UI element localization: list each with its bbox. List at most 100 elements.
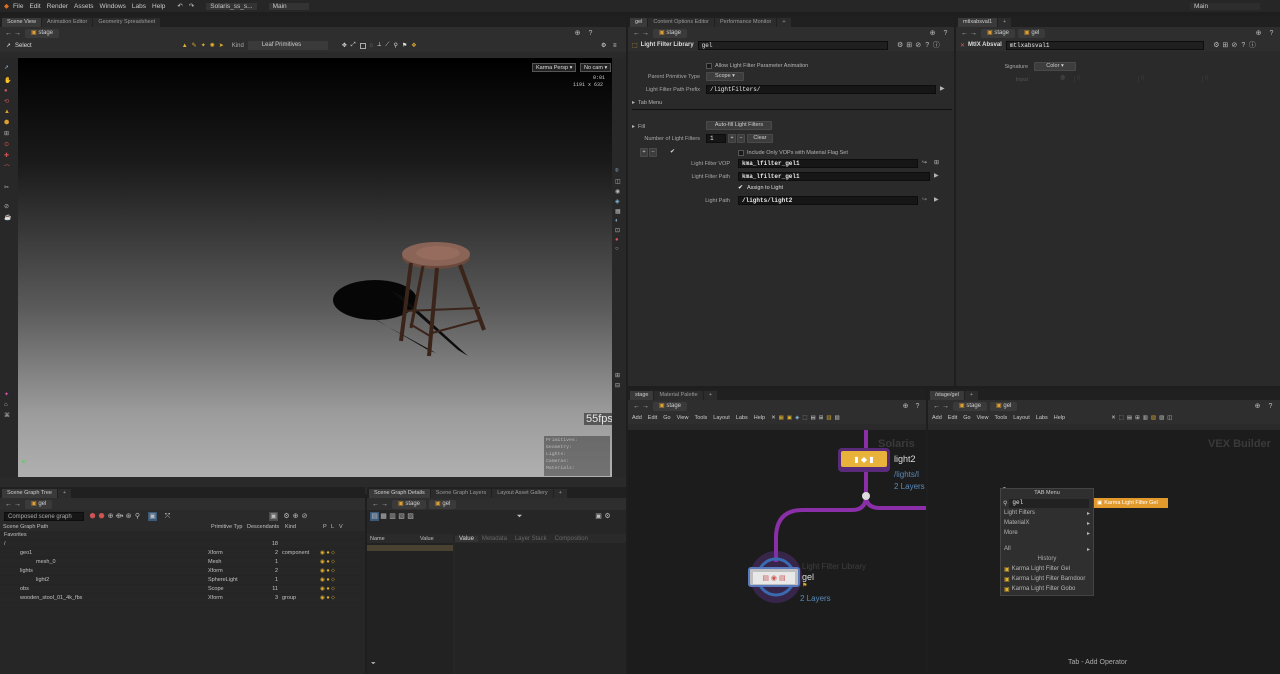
table-row[interactable]: / 18	[0, 540, 365, 549]
input-z-value[interactable]: 0	[1202, 76, 1260, 82]
vex-help-icon[interactable]: ?	[1266, 402, 1275, 411]
forward-icon[interactable]: →	[13, 29, 22, 38]
details-selected-row[interactable]	[367, 545, 453, 551]
viewport-3d[interactable]: Karma Persp ▾ No cam ▾ 0:01 1191 x 632 5…	[18, 58, 615, 477]
vex-menu-go[interactable]: Go	[963, 415, 970, 421]
tab-stage-gel[interactable]: /stage/gel	[930, 391, 964, 400]
select-tool-icon[interactable]: ➚	[4, 64, 14, 71]
net-back-icon[interactable]: ←	[632, 402, 641, 411]
col-type[interactable]: Primitive Typ	[211, 524, 247, 530]
net-tool-6-icon[interactable]: ▤	[811, 415, 816, 421]
input-y-value[interactable]: 0	[1138, 76, 1196, 82]
table-row[interactable]: wooden_stool_01_4k_fbx Xform 3 group ◉ ● ⬦	[0, 594, 365, 603]
add-tab-icon[interactable]: +	[57, 489, 72, 498]
net-forward-icon[interactable]: →	[641, 402, 650, 411]
multiparm-remove-button[interactable]: −	[649, 148, 657, 157]
scene-graph-filter-dropdown[interactable]: Composed scene graph	[4, 511, 84, 521]
vex-tool-2-icon[interactable]: ⬚	[1119, 415, 1124, 421]
mtlx-back-icon[interactable]: ←	[960, 29, 969, 38]
display-icon-5[interactable]: ▦	[615, 208, 623, 215]
tab-search-input[interactable]: gel	[1009, 498, 1090, 508]
path-prefix-field[interactable]: /lightFilters/	[706, 85, 936, 94]
param-info-icon[interactable]: ⓘ	[932, 41, 941, 50]
parent-prim-dropdown[interactable]: Scope ▾	[706, 72, 744, 81]
param-help-2-icon[interactable]: ?	[923, 41, 932, 50]
mtlx-path-gel[interactable]: ▣ gel	[1018, 28, 1046, 38]
sel-icon-2[interactable]: ⤢	[351, 42, 356, 49]
table-row[interactable]: lights Xform 2 ◉ ● ⬦	[0, 567, 365, 576]
vex-add-tab-icon[interactable]: +	[964, 391, 979, 400]
menu-file[interactable]: File	[13, 3, 23, 10]
net-menu-tools[interactable]: Tools	[694, 415, 707, 421]
display-icon-6[interactable]: ◐	[615, 218, 623, 224]
vex-tool-7-icon[interactable]: ▨	[1159, 415, 1164, 421]
vex-tool-6-icon[interactable]: ▧	[1151, 415, 1156, 421]
det-path-stage[interactable]: ▣ stage	[392, 499, 427, 509]
net-menu-layout[interactable]: Layout	[713, 415, 730, 421]
net-tool-1-icon[interactable]: ✕	[771, 415, 776, 421]
net-help-icon[interactable]: ?	[913, 402, 922, 411]
tab-item-light-filters[interactable]: Light Filters ▸	[1001, 508, 1093, 518]
net-menu-help[interactable]: Help	[754, 415, 765, 421]
network-add-tab-icon[interactable]: +	[703, 391, 717, 400]
tab-layout-asset-gallery[interactable]: Layout Asset Gallery	[492, 489, 553, 498]
mtlx-info-icon[interactable]: ⓘ	[1248, 41, 1257, 50]
sg-tool-11-icon[interactable]: ⊕	[291, 512, 300, 521]
num-filters-field[interactable]: 1	[706, 134, 726, 143]
num-filters-remove-button[interactable]: −	[737, 134, 745, 143]
table-row[interactable]: geo1 Xform 2 component ◉ ● ⬦	[0, 549, 365, 558]
renderer-dropdown[interactable]: Karma Persp ▾	[532, 63, 577, 72]
net-tool-8-icon[interactable]: ▥	[826, 415, 831, 421]
sg-tool-8-icon[interactable]: ⤧	[163, 512, 172, 521]
net-menu-add[interactable]: Add	[632, 415, 642, 421]
select-mode-icon[interactable]: ▲	[182, 43, 188, 49]
vis-icon[interactable]: ◉ ● ⬦	[320, 558, 335, 566]
path-stage[interactable]: ▣ stage	[25, 28, 60, 38]
tab-gel[interactable]: gel	[630, 18, 648, 27]
tab-scene-view[interactable]: Scene View	[2, 18, 41, 27]
light-path-jump-icon[interactable]: ↪	[922, 196, 927, 203]
tab-animation-editor[interactable]: Animation Editor	[41, 18, 93, 27]
tool-icon-16[interactable]: ⌘	[4, 412, 14, 419]
menu-render[interactable]: Render	[47, 3, 68, 10]
sg-tool-3-icon[interactable]: ⊕	[106, 512, 115, 521]
col-p[interactable]: P	[323, 524, 331, 530]
mtlx-forward-icon[interactable]: →	[969, 29, 978, 38]
search-result-item[interactable]: ▣ Karma Light Filter Gel	[1094, 498, 1168, 508]
vex-tool-1-icon[interactable]: ✕	[1111, 415, 1116, 421]
input-x-value[interactable]: 0	[1074, 76, 1132, 82]
vis-icon[interactable]: ◉ ● ⬦	[320, 585, 335, 593]
param-tool-2-icon[interactable]: ⊞	[905, 41, 914, 50]
tab-scene-graph-tree[interactable]: Scene Graph Tree	[2, 489, 57, 498]
menu-labs[interactable]: Labs	[132, 3, 146, 10]
assign-checkbox[interactable]: ✔	[738, 185, 744, 191]
houdini-logo-icon[interactable]: ◆	[4, 2, 9, 10]
tab-content-options[interactable]: Content Options Editor	[648, 18, 714, 27]
vex-menu-layout[interactable]: Layout	[1013, 415, 1030, 421]
det-col-value[interactable]: Value	[420, 536, 434, 542]
node-name-field[interactable]: gel	[697, 40, 888, 50]
tool-icon-11[interactable]: ✂	[4, 184, 14, 191]
network-canvas[interactable]: Solaris ▮ ◆ ▮ light2 /lights/l 2 Layers …	[628, 430, 926, 674]
mtlx-help-2-icon[interactable]: ?	[1239, 41, 1248, 50]
vex-back-icon[interactable]: ←	[932, 402, 941, 411]
sel-icon-3[interactable]	[359, 42, 366, 49]
mtlx-gear-icon[interactable]: ⚙	[1212, 41, 1221, 50]
tab-mtlxabsval[interactable]: mtlxabsval1	[958, 18, 998, 27]
num-filters-add-button[interactable]: +	[728, 134, 736, 143]
help-icon[interactable]: ?	[586, 29, 595, 38]
det-path-gel[interactable]: ▣ gel	[429, 499, 457, 509]
sel-icon-9[interactable]: ❖	[411, 42, 416, 49]
det-col-name[interactable]: Name	[370, 536, 420, 542]
sg-back-icon[interactable]: ←	[4, 500, 13, 509]
tool-icon-13[interactable]: ☕	[4, 214, 14, 221]
vex-tool-5-icon[interactable]: ▥	[1143, 415, 1148, 421]
mtlx-name-field[interactable]: mtlxabsval1	[1005, 40, 1204, 50]
param-forward-icon[interactable]: →	[641, 29, 650, 38]
display-icon-8[interactable]: ●	[615, 237, 623, 243]
mtlx-path-stage[interactable]: ▣ stage	[981, 28, 1016, 38]
tool-icon-15[interactable]: ⌂	[4, 402, 14, 408]
net-menu-go[interactable]: Go	[663, 415, 670, 421]
display-icon-1[interactable]: ⌾	[615, 168, 623, 175]
vex-tool-3-icon[interactable]: ▤	[1127, 415, 1132, 421]
